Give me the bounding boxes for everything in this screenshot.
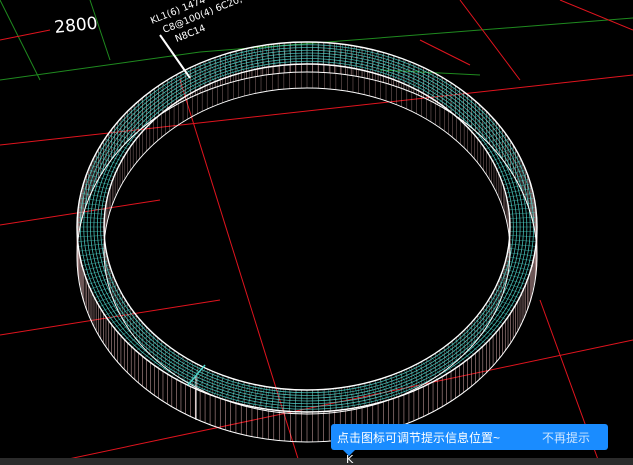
red-axis-line — [179, 79, 301, 465]
ring-beam-3d-model[interactable] — [76, 41, 538, 443]
cursor-marker-icon: K — [346, 453, 354, 465]
top-radial-tick — [461, 332, 483, 348]
top-radial-tick — [101, 142, 127, 154]
top-radial-tick — [131, 332, 153, 348]
status-bar — [0, 458, 633, 465]
hint-tooltip[interactable]: 点击图标可调节提示信息位置~ 不再提示 — [331, 424, 608, 456]
top-radial-tick — [197, 64, 211, 84]
tooltip-message: 点击图标可调节提示信息位置~ — [337, 430, 501, 445]
top-radial-tick — [157, 350, 176, 368]
top-radial-tick — [202, 62, 216, 82]
top-radial-tick — [77, 231, 105, 233]
top-radial-tick — [207, 373, 220, 395]
cad-viewport[interactable]: 2800 KL1(6) 1474 C8@100(4) 6C20, N8C14 点… — [0, 0, 633, 465]
top-radial-tick — [394, 373, 407, 395]
top-radial-tick — [354, 47, 361, 69]
red-axis-line — [459, 0, 521, 81]
top-radial-tick — [509, 231, 537, 233]
top-radial-tick — [364, 383, 373, 405]
top-radial-tick — [83, 183, 110, 190]
dimension-label: 2800 — [53, 14, 98, 38]
top-radial-tick — [152, 89, 172, 107]
top-radial-tick — [247, 384, 255, 406]
top-radial-tick — [157, 86, 176, 104]
drawing-canvas[interactable]: 2800 KL1(6) 1474 C8@100(4) 6C20, N8C14 — [0, 0, 633, 465]
dont-show-again-link[interactable]: 不再提示 — [542, 429, 590, 446]
top-radial-tick — [364, 49, 373, 71]
red-axis-line — [419, 39, 471, 66]
top-radial-tick — [442, 89, 462, 107]
green-line — [199, 17, 633, 53]
green-reference-lines — [0, 0, 633, 81]
inner-top-edge — [103, 63, 511, 391]
top-radial-tick — [359, 384, 367, 406]
top-radial-tick — [253, 47, 260, 69]
top-radial-tick — [247, 48, 255, 70]
top-radial-tick — [202, 372, 216, 392]
top-radial-tick — [394, 59, 407, 81]
top-radial-tick — [354, 385, 361, 407]
top-radial-tick — [442, 347, 462, 365]
top-radial-tick — [438, 350, 457, 368]
top-radial-tick — [504, 183, 531, 190]
top-radial-tick — [487, 142, 513, 154]
green-line — [0, 51, 201, 81]
top-radial-tick — [241, 49, 250, 71]
top-radial-tick — [152, 347, 172, 365]
red-axis-line — [559, 0, 633, 31]
top-radial-tick — [241, 383, 250, 405]
top-radial-tick — [253, 385, 260, 407]
red-axis-line — [0, 29, 51, 41]
top-mesh-ring — [103, 63, 511, 391]
red-axis-line — [0, 74, 633, 146]
top-radial-tick — [359, 48, 367, 70]
green-line — [0, 0, 41, 81]
top-radial-tick — [207, 59, 220, 81]
beam-annotation[interactable]: KL1(6) 1474 C8@100(4) 6C20, N8C14 — [149, 0, 249, 51]
top-radial-tick — [403, 64, 417, 84]
top-radial-tick — [197, 370, 211, 390]
